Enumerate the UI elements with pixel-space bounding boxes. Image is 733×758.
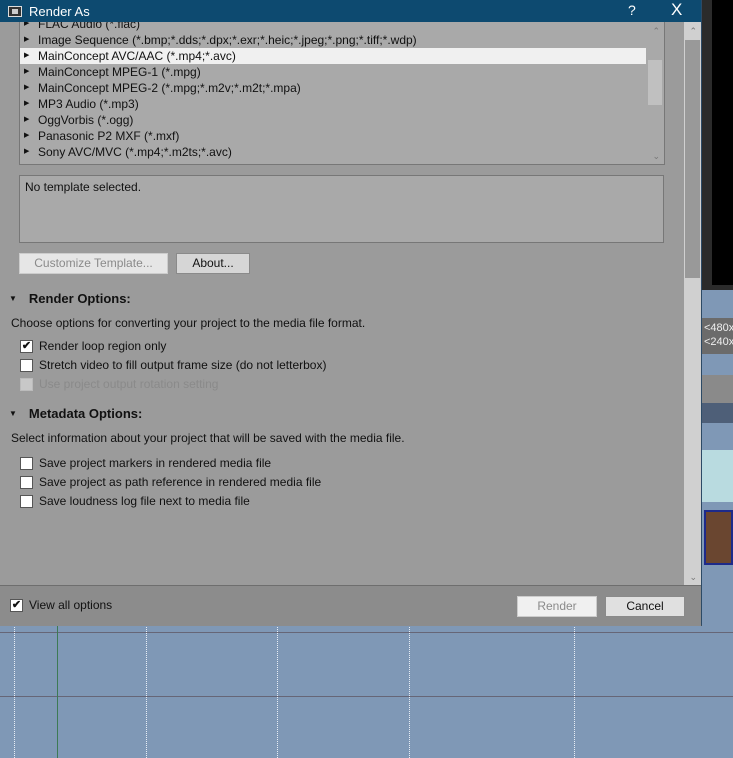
scroll-down-icon[interactable]: ⌄ bbox=[689, 572, 697, 583]
timeline-track-header bbox=[702, 403, 733, 423]
format-label: MainConcept AVC/AAC (*.mp4;*.avc) bbox=[38, 49, 236, 63]
format-label: MainConcept MPEG-2 (*.mpg;*.m2v;*.m2t;*.… bbox=[38, 81, 301, 95]
scroll-thumb[interactable] bbox=[648, 60, 662, 105]
checkbox-label: Save loudness log file next to media fil… bbox=[39, 494, 250, 508]
check-icon: ✔ bbox=[21, 339, 32, 352]
expand-icon: ▶ bbox=[24, 132, 30, 139]
format-list-item[interactable]: ▶ Image Sequence (*.bmp;*.dds;*.dpx;*.exr… bbox=[20, 32, 664, 48]
format-label: Image Sequence (*.bmp;*.dds;*.dpx;*.exr;… bbox=[38, 33, 417, 47]
section-title: Render Options: bbox=[28, 291, 131, 306]
dialog-scrollbar[interactable]: ⌃ ⌄ bbox=[684, 22, 701, 585]
close-button[interactable]: X bbox=[671, 0, 682, 20]
title-bar[interactable]: Render As ? X bbox=[0, 0, 701, 22]
resolution-text: <240x1 bbox=[704, 336, 733, 348]
video-preview bbox=[712, 0, 733, 285]
format-list-item[interactable]: ▶ OggVorbis (*.ogg) bbox=[20, 112, 664, 128]
checkbox-label: Save project as path reference in render… bbox=[39, 475, 322, 489]
format-label: MP3 Audio (*.mp3) bbox=[38, 97, 139, 111]
track-divider bbox=[0, 632, 733, 633]
collapse-icon: ▼ bbox=[9, 294, 17, 303]
audio-track-clip bbox=[702, 450, 733, 502]
format-list-item[interactable]: ▶ Sony AVC/MVC (*.mp4;*.m2ts;*.avc) bbox=[20, 144, 664, 160]
grid-line bbox=[409, 625, 410, 758]
checkbox-label: Save project markers in rendered media f… bbox=[39, 456, 272, 470]
format-list-scrollbar[interactable]: ⌃ ⌄ bbox=[646, 22, 664, 164]
render-options-header[interactable]: ▼ Render Options: bbox=[9, 291, 131, 306]
collapse-icon: ▼ bbox=[9, 409, 17, 418]
scroll-down-icon[interactable]: ⌄ bbox=[652, 151, 660, 162]
format-list-item[interactable]: ▶ MP3 Audio (*.mp3) bbox=[20, 96, 664, 112]
editor-resolution-info: <480x3 <240x1 bbox=[702, 318, 733, 354]
format-list-item[interactable]: ▶ FLAC Audio (*.flac) bbox=[20, 22, 664, 32]
checkbox-box bbox=[20, 456, 33, 470]
checkbox-label: Use project output rotation setting bbox=[39, 377, 219, 391]
checkbox-box bbox=[20, 377, 33, 391]
format-label: Sony AVC/MVC (*.mp4;*.m2ts;*.avc) bbox=[38, 145, 232, 159]
checkbox-box bbox=[20, 475, 33, 489]
option-checkbox: Use project output rotation setting bbox=[20, 377, 218, 391]
checkbox-label: Render loop region only bbox=[39, 339, 167, 353]
expand-icon: ▶ bbox=[24, 148, 30, 155]
option-checkbox[interactable]: ✔ Render loop region only bbox=[20, 339, 166, 353]
section-title: Metadata Options: bbox=[28, 406, 143, 421]
checkbox-label: Stretch video to fill output frame size … bbox=[39, 358, 327, 372]
format-list-item[interactable]: ▶ Panasonic P2 MXF (*.mxf) bbox=[20, 128, 664, 144]
expand-icon: ▶ bbox=[24, 68, 30, 75]
render-as-dialog: Render As ? X ▶ FLAC Audio (*.flac) ▶ Image… bbox=[0, 0, 702, 626]
app-icon bbox=[8, 5, 22, 17]
check-icon: ✔ bbox=[10, 598, 23, 612]
resolution-text: <480x3 bbox=[704, 322, 733, 334]
expand-icon: ▶ bbox=[24, 22, 30, 27]
format-label: Panasonic P2 MXF (*.mxf) bbox=[38, 129, 180, 143]
track-divider bbox=[0, 696, 733, 697]
expand-icon: ▶ bbox=[24, 116, 30, 123]
format-label: OggVorbis (*.ogg) bbox=[38, 113, 134, 127]
help-button[interactable]: ? bbox=[628, 2, 636, 18]
format-list[interactable]: ▶ FLAC Audio (*.flac) ▶ Image Sequence (*.b… bbox=[19, 22, 665, 165]
about-button[interactable]: About... bbox=[176, 253, 250, 274]
checkbox-box: ✔ bbox=[20, 339, 33, 353]
option-checkbox[interactable]: Save project as path reference in render… bbox=[20, 475, 321, 489]
grid-line bbox=[14, 625, 15, 758]
expand-icon: ▶ bbox=[24, 52, 30, 59]
view-all-options-checkbox[interactable]: ✔ View all options bbox=[10, 598, 112, 612]
grid-line bbox=[277, 625, 278, 758]
option-checkbox[interactable]: Stretch video to fill output frame size … bbox=[20, 358, 326, 372]
expand-icon: ▶ bbox=[24, 84, 30, 91]
checkbox-box bbox=[20, 358, 33, 372]
format-label: MainConcept MPEG-1 (*.mpg) bbox=[38, 65, 201, 79]
format-label: FLAC Audio (*.flac) bbox=[38, 22, 141, 31]
format-list-item[interactable]: ▶ MainConcept MPEG-2 (*.mpg;*.m2v;*.m2t;*… bbox=[20, 80, 664, 96]
dialog-footer: ✔ View all options Render Cancel bbox=[0, 585, 701, 626]
format-list-item[interactable]: ▶ MainConcept MPEG-1 (*.mpg) bbox=[20, 64, 664, 80]
option-checkbox[interactable]: Save project markers in rendered media f… bbox=[20, 456, 271, 470]
checkbox-label: View all options bbox=[29, 598, 113, 612]
format-list-item[interactable]: ▶ MainConcept AVC/AAC (*.mp4;*.avc) bbox=[20, 48, 664, 64]
cancel-button[interactable]: Cancel bbox=[605, 596, 685, 617]
grid-line bbox=[146, 625, 147, 758]
customize-template-button[interactable]: Customize Template... bbox=[19, 253, 168, 274]
timeline-ruler bbox=[702, 375, 733, 403]
scroll-up-icon[interactable]: ⌃ bbox=[652, 26, 660, 37]
metadata-options-header[interactable]: ▼ Metadata Options: bbox=[9, 406, 142, 421]
video-thumbnail-clip bbox=[704, 510, 733, 565]
scroll-thumb[interactable] bbox=[685, 40, 700, 278]
expand-icon: ▶ bbox=[24, 36, 30, 43]
template-description: No template selected. bbox=[19, 175, 664, 243]
scroll-up-icon[interactable]: ⌃ bbox=[689, 26, 697, 37]
option-checkbox[interactable]: Save loudness log file next to media fil… bbox=[20, 494, 250, 508]
metadata-options-description: Select information about your project th… bbox=[11, 431, 405, 445]
grid-line bbox=[574, 625, 575, 758]
render-button[interactable]: Render bbox=[517, 596, 597, 617]
expand-icon: ▶ bbox=[24, 100, 30, 107]
dialog-title: Render As bbox=[29, 3, 90, 19]
render-options-description: Choose options for converting your proje… bbox=[11, 316, 366, 330]
checkbox-box bbox=[20, 494, 33, 508]
timeline-cursor bbox=[57, 625, 58, 758]
